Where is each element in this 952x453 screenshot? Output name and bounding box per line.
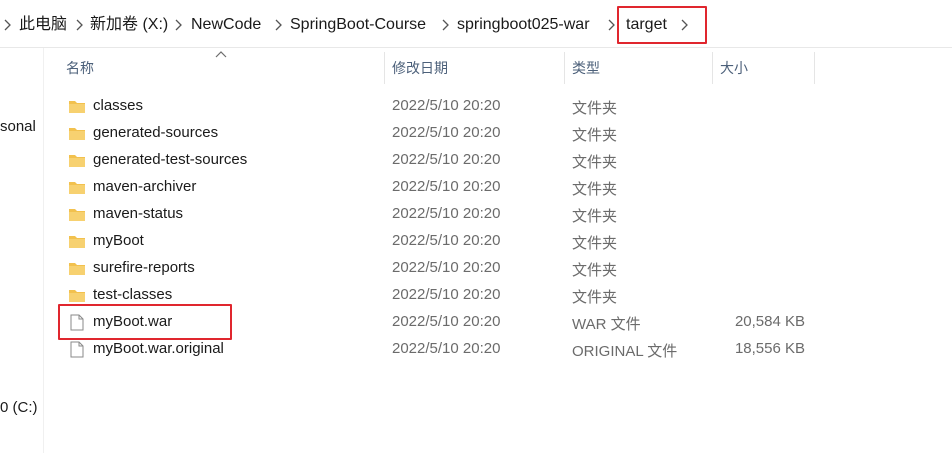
folder-icon [69,182,85,194]
list-item[interactable]: maven-status 2022/5/10 20:20 文件夹 [62,201,822,228]
file-modified: 2022/5/10 20:20 [392,124,501,141]
file-type: 文件夹 [572,127,618,144]
column-header-size[interactable]: 大小 [714,50,814,86]
file-name: surefire-reports [93,259,195,276]
file-name: maven-archiver [93,178,197,195]
file-name: maven-status [93,205,184,222]
file-modified: 2022/5/10 20:20 [392,286,501,303]
file-name: myBoot.war.original [93,340,224,357]
column-divider[interactable] [712,52,713,84]
file-name: classes [93,97,144,114]
file-type: ORIGINAL 文件 [572,343,678,360]
file-modified: 2022/5/10 20:20 [392,313,501,330]
file-icon [70,341,84,358]
file-name: myBoot [93,232,144,249]
column-header-type[interactable]: 类型 [566,50,712,86]
highlight-box-target [617,6,707,44]
folder-icon [69,236,85,248]
column-divider[interactable] [384,52,385,84]
breadcrumb-springboot025-war[interactable]: springboot025-war [457,14,590,36]
file-type: WAR 文件 [572,316,641,333]
nav-item-drive-c[interactable]: 0 (C:) [0,399,38,416]
file-modified: 2022/5/10 20:20 [392,340,501,357]
nav-item-personal[interactable]: sonal [0,118,36,135]
file-size: 18,556 KB [734,340,805,357]
chevron-right-icon[interactable] [74,18,84,32]
list-item[interactable]: surefire-reports 2022/5/10 20:20 文件夹 [62,255,822,282]
chevron-right-icon[interactable] [273,18,283,32]
list-item[interactable]: maven-archiver 2022/5/10 20:20 文件夹 [62,174,822,201]
list-item[interactable]: generated-test-sources 2022/5/10 20:20 文… [62,147,822,174]
file-modified: 2022/5/10 20:20 [392,259,501,276]
folder-icon [69,155,85,167]
file-modified: 2022/5/10 20:20 [392,232,501,249]
folder-icon [69,128,85,140]
column-divider[interactable] [814,52,815,84]
file-modified: 2022/5/10 20:20 [392,178,501,195]
chevron-right-icon[interactable] [173,18,183,32]
file-type: 文件夹 [572,289,618,306]
file-modified: 2022/5/10 20:20 [392,205,501,222]
file-name: generated-sources [93,124,219,141]
breadcrumb-drive-x[interactable]: 新加卷 (X:) [90,14,168,36]
folder-icon [69,290,85,302]
navigation-pane[interactable]: sonal 0 (C:) [0,48,44,453]
list-item[interactable]: myBoot.war.original 2022/5/10 20:20 ORIG… [62,336,822,363]
column-divider[interactable] [564,52,565,84]
file-type: 文件夹 [572,262,618,279]
file-type: 文件夹 [572,100,618,117]
file-modified: 2022/5/10 20:20 [392,151,501,168]
chevron-right-icon[interactable] [2,18,12,32]
file-type: 文件夹 [572,208,618,225]
file-name: test-classes [93,286,173,303]
file-size: 20,584 KB [734,313,805,330]
file-name: generated-test-sources [93,151,248,168]
folder-icon [69,101,85,113]
chevron-right-icon[interactable] [440,18,450,32]
highlight-box-war-file [58,304,232,340]
file-modified: 2022/5/10 20:20 [392,97,501,114]
folder-icon [69,209,85,221]
file-type: 文件夹 [572,181,618,198]
file-type: 文件夹 [572,235,618,252]
breadcrumb-newcode[interactable]: NewCode [191,14,261,36]
list-item[interactable]: myBoot 2022/5/10 20:20 文件夹 [62,228,822,255]
list-item[interactable]: generated-sources 2022/5/10 20:20 文件夹 [62,120,822,147]
breadcrumb-this-pc[interactable]: 此电脑 [19,14,67,36]
file-type: 文件夹 [572,154,618,171]
folder-icon [69,263,85,275]
chevron-right-icon[interactable] [606,18,616,32]
list-item[interactable]: classes 2022/5/10 20:20 文件夹 [62,93,822,120]
breadcrumb-springboot-course[interactable]: SpringBoot-Course [290,14,426,36]
column-header-name[interactable]: 名称 [60,50,384,86]
column-header-modified[interactable]: 修改日期 [386,50,564,86]
address-bar[interactable]: 此电脑 新加卷 (X:) NewCode SpringBoot-Course s… [0,0,952,48]
